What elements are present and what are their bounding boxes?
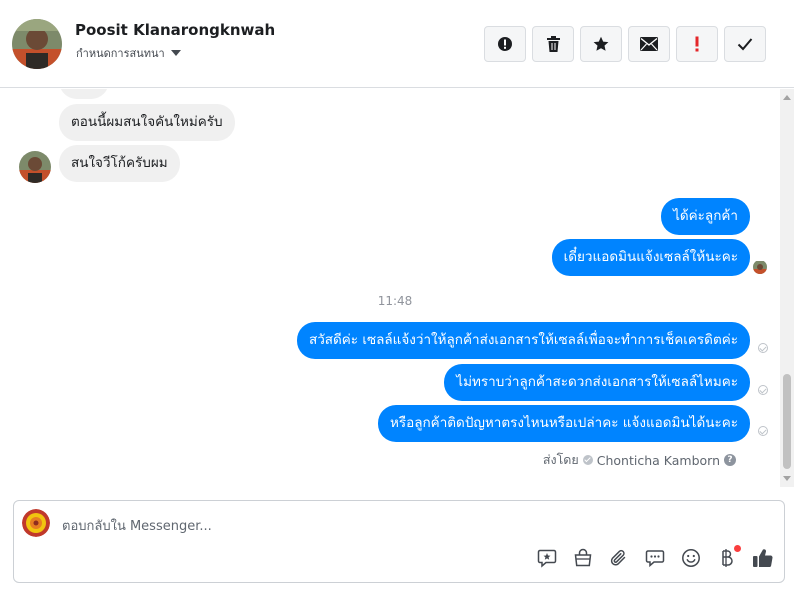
chat-button[interactable] [644,547,666,569]
trash-icon [546,36,560,52]
star-icon [593,36,609,51]
thread-scrollbar[interactable] [780,89,794,487]
shop-button[interactable] [572,547,594,569]
reply-composer: ตอบกลับใน Messenger... [13,500,785,583]
sent-by-label: ส่งโดย [542,452,579,467]
delete-button[interactable] [532,26,574,62]
emoji-button[interactable] [680,547,702,569]
envelope-icon [640,37,658,51]
contact-name[interactable]: Poosit Klanarongknwah [75,21,275,39]
alert-icon [498,37,512,51]
page-avatar [22,509,50,537]
payment-icon [722,549,733,567]
outgoing-message[interactable]: เดี๋ยวแอดมินแจ้งเซลล์ให้นะคะ [551,239,750,276]
outgoing-message[interactable]: ไม่ทราบว่าลูกค้าสะดวกส่งเอกสารให้เซลล์ไห… [444,364,750,401]
mark-unread-button[interactable] [628,26,670,62]
chat-icon [645,550,665,568]
sent-check-icon [758,343,768,353]
messenger-inbox: Poosit Klanarongknwah กำหนดการสนทนา ตอนน… [0,0,794,590]
notification-dot [734,545,741,552]
like-icon [753,549,773,567]
message-thread[interactable]: ตอนนี้ผมสนใจคันใหม่ครับ สนใจวีโก้ครับผม … [0,89,780,487]
sent-by-name: Chonticha Kamborn [596,452,720,468]
sent-check-icon [758,426,768,436]
verified-check-icon [582,455,593,465]
payment-button[interactable] [716,545,741,569]
outgoing-message[interactable]: ได้ค่ะลูกค้า [661,198,750,235]
sent-check-icon [758,385,768,395]
seen-avatar [753,260,767,274]
composer-toolbar [536,545,774,569]
conversation-header: Poosit Klanarongknwah กำหนดการสนทนา [0,0,794,88]
spam-button[interactable] [484,26,526,62]
sent-by-info: ส่งโดย Chonticha Kamborn ? [543,450,736,470]
saved-reply-button[interactable] [536,547,558,569]
message-bubble-partial [59,89,109,99]
scroll-up-arrow-icon[interactable] [783,95,791,100]
exclamation-icon [695,36,699,52]
emoji-icon [682,549,700,567]
check-icon [737,38,753,51]
important-button[interactable] [676,26,718,62]
help-icon[interactable]: ? [724,454,736,466]
contact-avatar-small [19,151,51,183]
outgoing-message[interactable]: สวัสดีค่ะ เซลล์แจ้งว่าให้ลูกค้าส่งเอกสาร… [296,322,750,359]
shop-bag-icon [574,548,592,567]
incoming-message[interactable]: ตอนนี้ผมสนใจคันใหม่ครับ [59,104,235,141]
outgoing-message[interactable]: หรือลูกค้าติดปัญหาตรงไหนหรือเปล่าคะ แจ้ง… [377,405,750,442]
timestamp-separator: 11:48 [377,294,413,308]
reply-input[interactable]: ตอบกลับใน Messenger... [62,515,212,536]
incoming-message[interactable]: สนใจวีโก้ครับผม [59,145,180,182]
conversation-actions [484,26,766,62]
scroll-down-arrow-icon[interactable] [783,476,791,481]
like-button[interactable] [752,547,774,569]
assign-label: กำหนดการสนทนา [76,47,165,60]
assign-conversation-dropdown[interactable]: กำหนดการสนทนา [76,44,181,62]
attachment-button[interactable] [608,547,630,569]
caret-down-icon [170,50,181,56]
star-button[interactable] [580,26,622,62]
contact-avatar[interactable] [12,19,62,69]
attachment-icon [610,549,626,566]
saved-reply-icon [537,549,557,568]
done-button[interactable] [724,26,766,62]
scrollbar-thumb[interactable] [783,374,791,469]
